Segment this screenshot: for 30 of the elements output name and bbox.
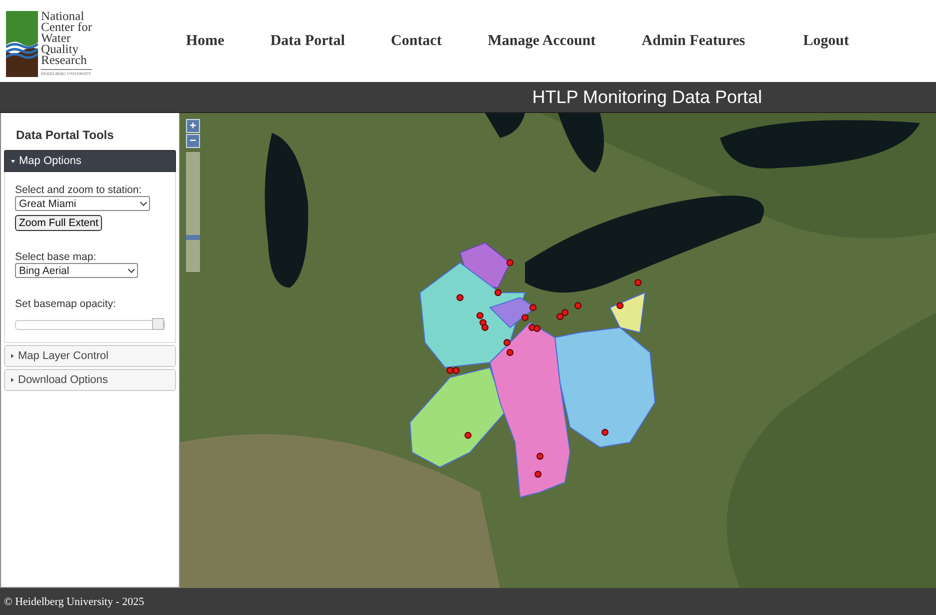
field-label: Set basemap opacity: xyxy=(15,298,117,310)
triangle-icon xyxy=(11,378,14,382)
zoom-in-button[interactable]: + xyxy=(186,119,200,133)
logo-text: National Center for Water Quality Research xyxy=(41,10,92,66)
nav-link[interactable]: Manage Account xyxy=(488,32,596,50)
accordion-header[interactable]: Map Options xyxy=(4,150,176,172)
logo-icon xyxy=(6,10,38,76)
sidebar-title: Data Portal Tools xyxy=(15,127,115,144)
zoom-slider-thumb[interactable] xyxy=(186,234,200,240)
dropdown[interactable]: Bing Aerial xyxy=(15,263,138,278)
triangle-icon xyxy=(11,354,14,358)
dropdown[interactable]: Great Miami xyxy=(15,196,150,211)
nav-link[interactable]: Admin Features xyxy=(642,32,746,50)
nav-link[interactable]: Contact xyxy=(390,32,442,50)
page-title: HTLP Monitoring Data Portal xyxy=(532,86,762,108)
nav-link[interactable]: Home xyxy=(186,32,224,50)
nav-link[interactable]: Data Portal xyxy=(270,32,345,50)
field-label: Select and zoom to station: xyxy=(15,184,143,196)
satellite-map-drawing[interactable] xyxy=(180,113,936,588)
zoom-slider-track[interactable] xyxy=(186,152,200,272)
nav-link[interactable]: Logout xyxy=(803,32,849,50)
copyright-text: © Heidelberg University - 2025 xyxy=(4,596,144,608)
triangle-icon xyxy=(11,160,15,162)
zoom-out-button[interactable]: − xyxy=(186,134,200,148)
field-label: Select base map: xyxy=(15,251,98,263)
accordion-header[interactable]: Download Options xyxy=(4,369,176,391)
slider-track[interactable] xyxy=(15,320,165,330)
zoom-full-extent-button[interactable]: Zoom Full Extent xyxy=(15,215,102,231)
accordion-header[interactable]: Map Layer Control xyxy=(4,345,176,367)
slider-thumb[interactable] xyxy=(152,318,164,330)
